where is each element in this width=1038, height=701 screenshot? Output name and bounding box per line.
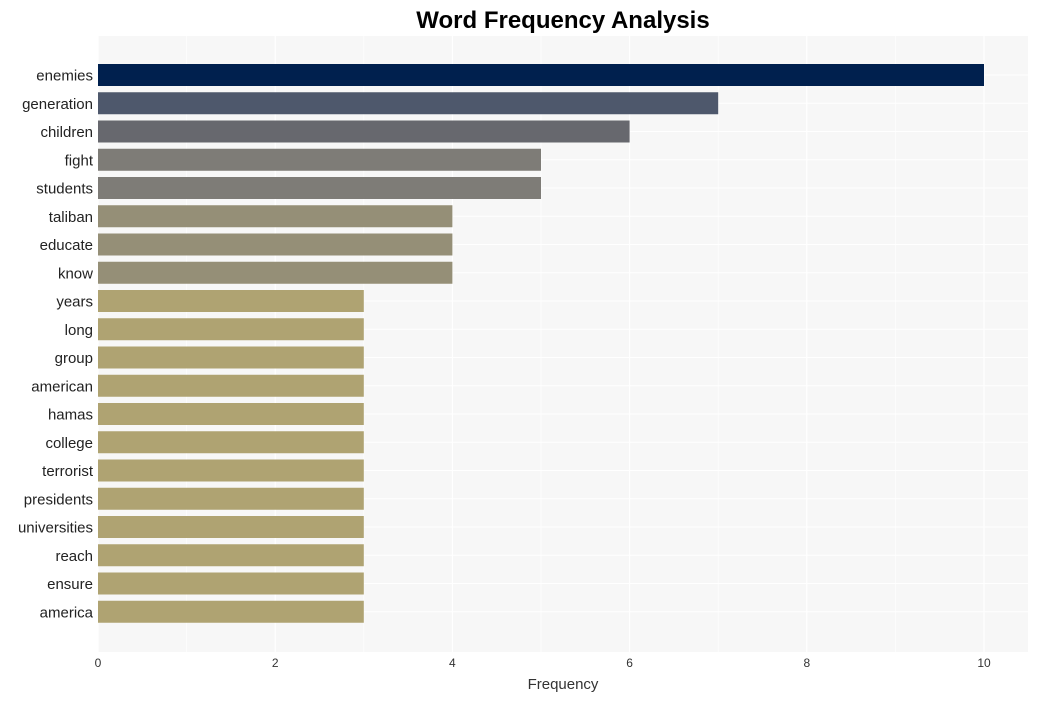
y-tick-label-know: know [58,265,93,282]
y-tick-label-college: college [45,435,93,452]
bar-presidents [98,487,364,510]
bar-college [98,431,364,454]
bar-enemies [98,64,984,86]
bar-america [98,600,364,623]
bar-taliban [98,205,453,228]
bar-universities [98,516,364,538]
y-tick-label-years: years [56,294,93,311]
bar-students [98,177,541,199]
y-tick-label-students: students [36,181,93,198]
y-tick-label-fight: fight [65,152,94,169]
x-tick-label: 0 [95,656,102,670]
y-tick-label-universities: universities [18,520,93,537]
y-tick-label-america: america [40,604,94,621]
y-tick-label-american: american [31,378,93,395]
x-axis-label: Frequency [528,676,599,693]
x-tick-label: 2 [272,656,279,670]
bar-know [98,261,453,284]
x-tick-label: 10 [977,656,991,670]
bar-children [98,120,630,143]
bar-reach [98,544,364,567]
x-tick-label: 4 [449,656,456,670]
y-tick-label-generation: generation [22,96,93,113]
y-axis-labels: enemies generation children fight students ta… [18,68,94,622]
y-tick-label-long: long [65,322,93,339]
x-tick-label: 6 [626,656,633,670]
bar-educate [98,233,453,256]
bar-ensure [98,572,364,595]
y-tick-label-ensure: ensure [47,576,93,593]
y-tick-label-taliban: taliban [49,209,93,226]
y-tick-label-terrorist: terrorist [42,463,94,480]
y-tick-label-children: children [40,124,93,141]
chart-title: Word Frequency Analysis [416,7,709,34]
x-axis-ticks: 0 2 4 6 8 10 [95,656,991,670]
bar-generation [98,92,719,115]
y-tick-label-presidents: presidents [24,491,93,508]
y-tick-label-enemies: enemies [36,68,93,85]
y-tick-label-hamas: hamas [48,407,93,424]
bar-fight [98,148,541,171]
y-tick-label-group: group [55,350,93,367]
y-tick-label-reach: reach [55,548,93,565]
bar-american [98,374,364,397]
x-tick-label: 8 [803,656,810,670]
bar-terrorist [98,459,364,482]
bar-hamas [98,403,364,425]
y-tick-label-educate: educate [40,237,93,254]
bar-years [98,290,364,312]
word-frequency-chart: enemies generation children fight students ta… [18,7,1028,693]
bar-group [98,346,364,369]
bar-long [98,318,364,341]
